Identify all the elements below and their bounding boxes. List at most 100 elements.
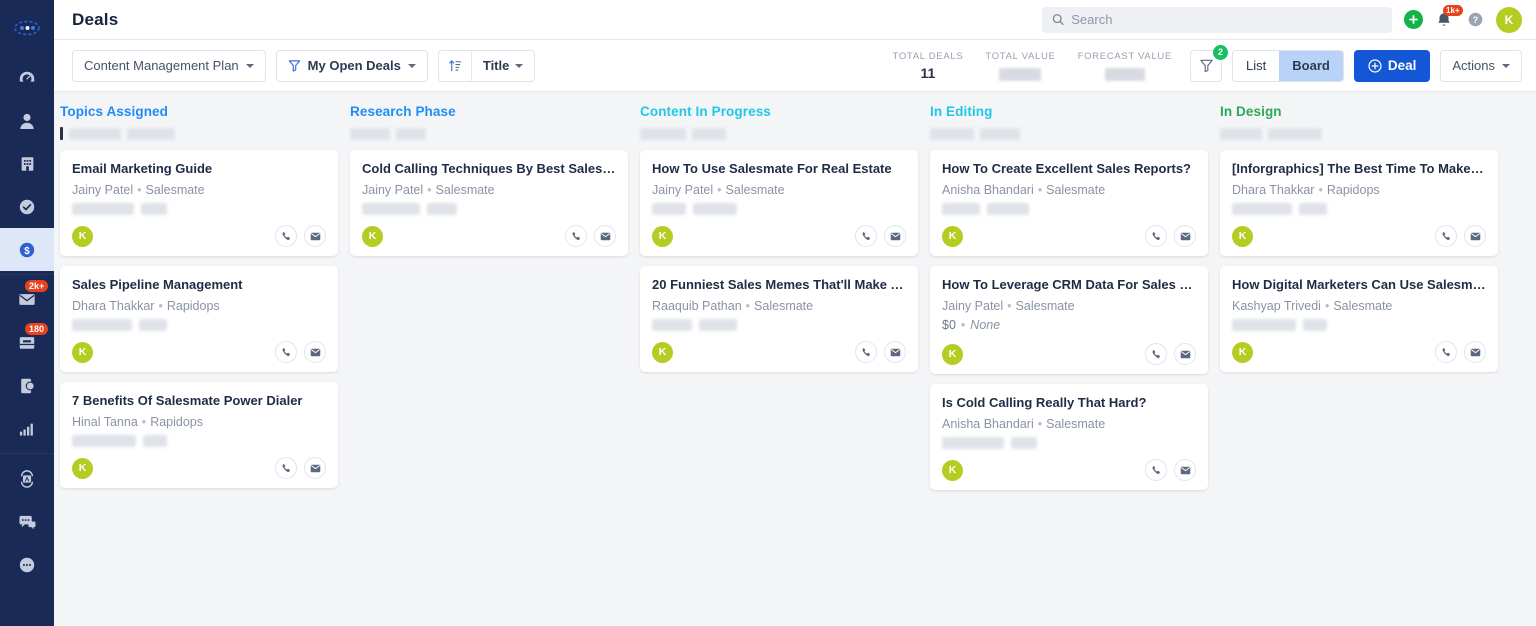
sidebar-item-text-messages[interactable] xyxy=(0,364,54,407)
deal-card-company: Salesmate xyxy=(436,183,495,197)
deal-card-value-redacted xyxy=(942,436,1196,450)
deal-card[interactable]: How To Use Salesmate For Real EstateJain… xyxy=(640,150,918,256)
phone-icon[interactable] xyxy=(275,225,297,247)
separator-dot: • xyxy=(427,183,431,197)
pipeline-selector[interactable]: Content Management Plan xyxy=(72,50,266,82)
deal-card[interactable]: How To Create Excellent Sales Reports?An… xyxy=(930,150,1208,256)
sidebar-item-dashboard[interactable] xyxy=(0,56,54,99)
envelope-icon[interactable] xyxy=(304,225,326,247)
deal-card-avatar[interactable]: K xyxy=(942,344,963,365)
redacted-bar xyxy=(1220,128,1262,140)
add-new-button[interactable] xyxy=(1404,10,1423,29)
deal-card-avatar[interactable]: K xyxy=(942,460,963,481)
deal-card-owner: Jainy Patel xyxy=(362,183,423,197)
add-deal-label: Deal xyxy=(1388,58,1417,73)
phone-icon[interactable] xyxy=(1435,225,1457,247)
sidebar-item-inbox[interactable]: 180 xyxy=(0,321,54,364)
sidebar-item-more[interactable] xyxy=(0,543,54,586)
deal-card-avatar[interactable]: K xyxy=(652,226,673,247)
sort-direction-button[interactable] xyxy=(439,51,472,81)
deal-card-avatar[interactable]: K xyxy=(1232,342,1253,363)
deal-card[interactable]: How Digital Marketers Can Use Salesmate … xyxy=(1220,266,1498,372)
phone-icon[interactable] xyxy=(855,225,877,247)
sidebar-divider-2 xyxy=(0,453,54,454)
deal-card-owner: Jainy Patel xyxy=(72,183,133,197)
envelope-icon[interactable] xyxy=(1464,341,1486,363)
deals-board-scroll[interactable]: Topics AssignedEmail Marketing GuideJain… xyxy=(54,92,1536,626)
deal-card-footer: K xyxy=(652,225,906,247)
sidebar-item-activities[interactable] xyxy=(0,185,54,228)
deal-card-avatar[interactable]: K xyxy=(362,226,383,247)
column-cards: How To Use Salesmate For Real EstateJain… xyxy=(634,140,924,372)
sidebar-item-deals[interactable]: $ xyxy=(0,228,54,271)
envelope-icon xyxy=(18,292,36,307)
phone-icon[interactable] xyxy=(275,457,297,479)
check-circle-icon xyxy=(18,198,36,216)
deal-card[interactable]: Is Cold Calling Really That Hard?Anisha … xyxy=(930,384,1208,490)
deal-card-avatar[interactable]: K xyxy=(72,226,93,247)
sort-field-selector[interactable]: Title xyxy=(472,51,535,81)
sidebar-item-automation[interactable]: A xyxy=(0,457,54,500)
deal-card-avatar[interactable]: K xyxy=(942,226,963,247)
envelope-icon[interactable] xyxy=(1464,225,1486,247)
salesmate-logo-icon[interactable] xyxy=(0,8,54,48)
sidebar-item-chat[interactable] xyxy=(0,500,54,543)
search-box[interactable] xyxy=(1042,7,1392,33)
redacted-bar xyxy=(1299,203,1327,215)
sidebar-item-reports[interactable] xyxy=(0,407,54,450)
envelope-icon[interactable] xyxy=(594,225,616,247)
deal-card[interactable]: 20 Funniest Sales Memes That'll Make You… xyxy=(640,266,918,372)
search-input[interactable] xyxy=(1071,12,1382,27)
top-header: Deals xyxy=(54,0,1536,40)
deal-card-footer: K xyxy=(942,225,1196,247)
deal-card-amount: $0 xyxy=(942,318,956,332)
envelope-icon[interactable] xyxy=(304,457,326,479)
actions-menu-button[interactable]: Actions xyxy=(1440,50,1522,82)
redacted-bar xyxy=(640,128,686,140)
view-toggle-list[interactable]: List xyxy=(1233,51,1279,81)
phone-icon[interactable] xyxy=(565,225,587,247)
deal-card-contact: None xyxy=(970,318,1000,332)
deal-card-owner: Raaquib Pathan xyxy=(652,299,742,313)
phone-icon[interactable] xyxy=(1145,343,1167,365)
deal-card[interactable]: Cold Calling Techniques By Best Salespeo… xyxy=(350,150,628,256)
envelope-icon[interactable] xyxy=(304,341,326,363)
deal-card-owner: Jainy Patel xyxy=(652,183,713,197)
view-toggle-board[interactable]: Board xyxy=(1279,51,1343,81)
question-circle-icon[interactable]: ? xyxy=(1467,11,1484,28)
column-header: In Design xyxy=(1214,92,1504,140)
deals-filter-selector[interactable]: My Open Deals xyxy=(276,50,428,82)
envelope-icon[interactable] xyxy=(1174,343,1196,365)
deal-card[interactable]: Sales Pipeline ManagementDhara Thakkar•R… xyxy=(60,266,338,372)
user-avatar[interactable]: K xyxy=(1496,7,1522,33)
phone-icon[interactable] xyxy=(855,341,877,363)
column-title: Content In Progress xyxy=(640,104,918,119)
envelope-icon[interactable] xyxy=(884,225,906,247)
envelope-icon[interactable] xyxy=(1174,225,1196,247)
deal-card-meta: Jainy Patel • Salesmate xyxy=(362,182,616,198)
sidebar-item-email[interactable]: 2k+ xyxy=(0,278,54,321)
filter-button[interactable]: 2 xyxy=(1190,50,1222,82)
phone-icon[interactable] xyxy=(1145,459,1167,481)
notifications-button[interactable]: 1k+ xyxy=(1435,9,1455,31)
sidebar-item-companies[interactable] xyxy=(0,142,54,185)
deal-card[interactable]: Email Marketing GuideJainy Patel•Salesma… xyxy=(60,150,338,256)
deal-card[interactable]: [Inforgraphics] The Best Time To Make A … xyxy=(1220,150,1498,256)
add-deal-button[interactable]: Deal xyxy=(1354,50,1431,82)
actions-menu-label: Actions xyxy=(1452,58,1495,73)
deal-card-avatar[interactable]: K xyxy=(72,458,93,479)
deal-card-avatar[interactable]: K xyxy=(1232,226,1253,247)
phone-icon[interactable] xyxy=(1435,341,1457,363)
deal-card[interactable]: 7 Benefits Of Salesmate Power DialerHina… xyxy=(60,382,338,488)
envelope-icon[interactable] xyxy=(884,341,906,363)
deal-card-avatar[interactable]: K xyxy=(72,342,93,363)
envelope-icon[interactable] xyxy=(1174,459,1196,481)
phone-icon[interactable] xyxy=(275,341,297,363)
deal-card-value: $0•None xyxy=(942,317,1196,334)
phone-icon[interactable] xyxy=(1145,225,1167,247)
sidebar-item-contacts[interactable] xyxy=(0,99,54,142)
deal-card[interactable]: How To Leverage CRM Data For Sales Succ.… xyxy=(930,266,1208,374)
redacted-bar xyxy=(930,128,974,140)
sort-ascending-icon xyxy=(448,58,462,73)
deal-card-avatar[interactable]: K xyxy=(652,342,673,363)
